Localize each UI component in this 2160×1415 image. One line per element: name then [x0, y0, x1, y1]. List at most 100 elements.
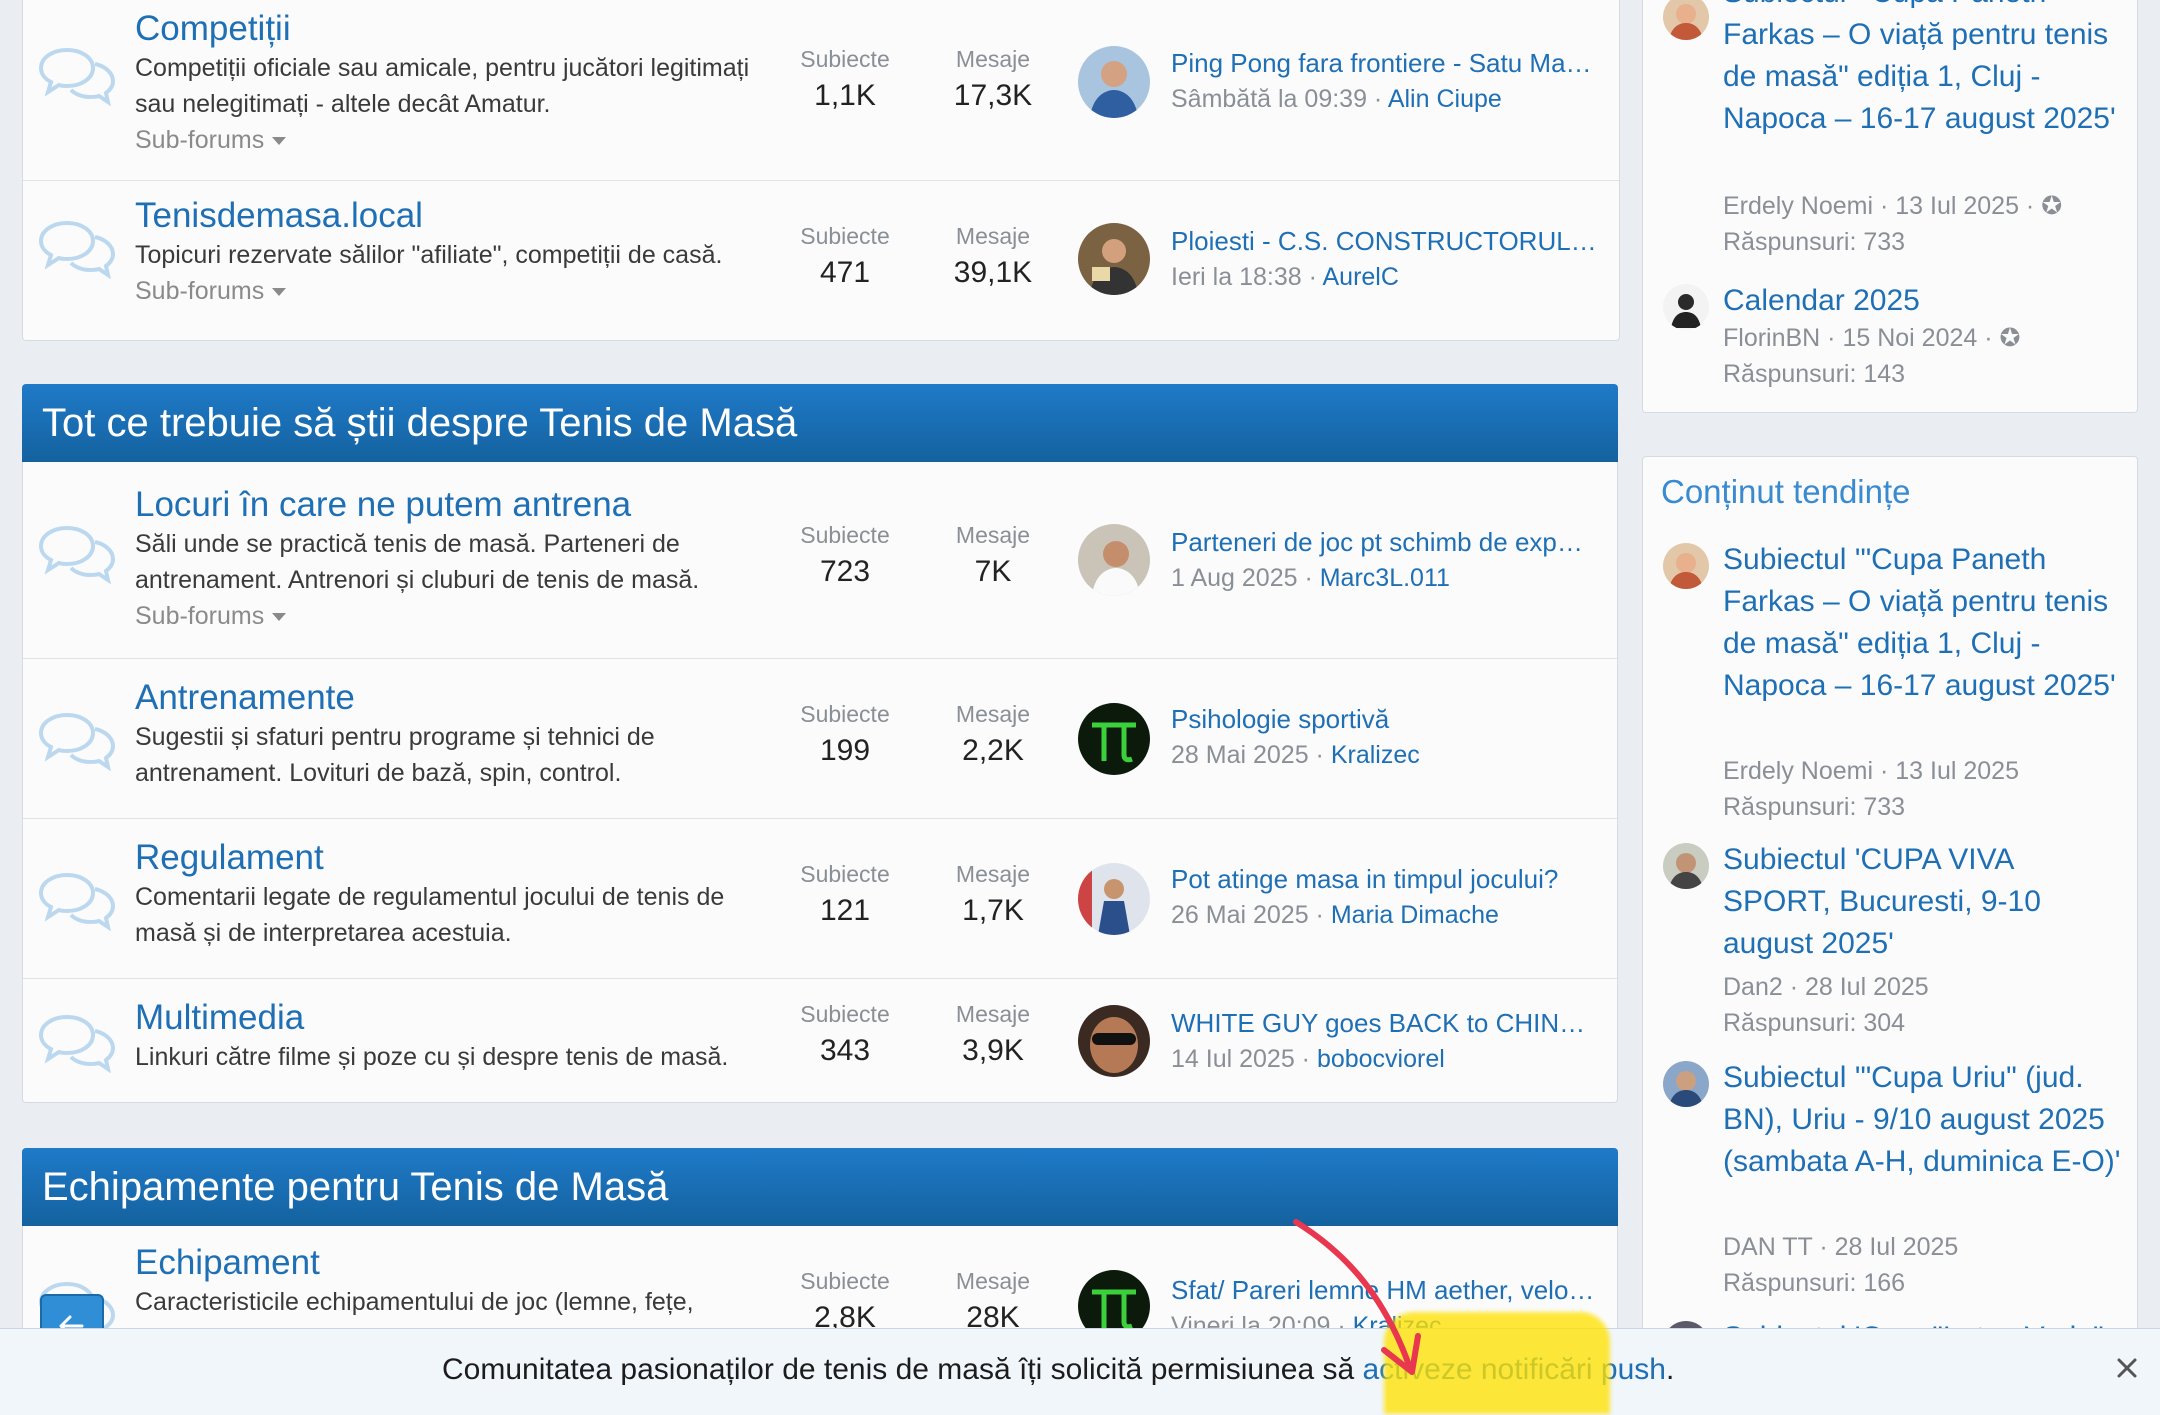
- caret-down-icon: [272, 613, 287, 622]
- avatar[interactable]: [1078, 223, 1150, 295]
- avatar[interactable]: [1078, 46, 1150, 118]
- sidebar-thread-title[interactable]: Subiectul '"Cupa Paneth Farkas – O viață…: [1723, 0, 2123, 140]
- stat-threads: Subiecte 1,1K: [785, 44, 905, 118]
- node-description: Topicuri rezervate sălilor "afiliate", c…: [135, 241, 723, 269]
- stat-messages: Mesaje 7K: [933, 520, 1053, 594]
- sidebar-thread-title[interactable]: Subiectul '"Cupa Uriu" (jud. BN), Uriu -…: [1723, 1057, 2123, 1183]
- stat-label: Mesaje: [955, 223, 1031, 249]
- avatar[interactable]: [1078, 524, 1150, 596]
- forum-bubbles-icon: [38, 47, 116, 106]
- category-title[interactable]: Echipamente pentru Tenis de Masă: [42, 1165, 668, 1210]
- node-description: Comentarii legate de regulamentul joculu…: [135, 883, 725, 947]
- last-post-title[interactable]: Ploiesti - C.S. CONSTRUCTORUL…: [1171, 223, 1619, 259]
- avatar[interactable]: [1078, 703, 1150, 775]
- sidebar-thread-title[interactable]: Subiectul 'CUPA VIVA SPORT, Bucuresti, 9…: [1723, 839, 2123, 965]
- last-post-meta: 14 Iul 2025 · bobocviorel: [1171, 1045, 1445, 1073]
- avatar[interactable]: [1663, 543, 1709, 589]
- forum-node-competitii[interactable]: Competiții Competiții oficiale sau amica…: [23, 0, 1619, 180]
- last-post-date: 14 Iul 2025: [1171, 1045, 1295, 1073]
- node-title[interactable]: Competiții: [135, 8, 775, 50]
- subforums-toggle[interactable]: Sub-forums: [135, 122, 775, 158]
- node-title[interactable]: Regulament: [135, 837, 775, 879]
- last-post-title[interactable]: Parteneri de joc pt schimb de exp…: [1171, 524, 1619, 560]
- last-post-title[interactable]: Psihologie sportivă: [1171, 701, 1619, 737]
- sidebar-thread-replies: Răspunsuri: 733: [1723, 228, 1906, 256]
- subforums-toggle[interactable]: Sub-forums: [135, 598, 775, 634]
- sidebar-thread-replies: Răspunsuri: 166: [1723, 1269, 1906, 1297]
- node-title[interactable]: Antrenamente: [135, 677, 775, 719]
- close-icon: [2117, 1358, 2137, 1378]
- forum-node-locuri[interactable]: Locuri în care ne putem antrena Săli und…: [23, 462, 1619, 658]
- close-notice-button[interactable]: [2110, 1351, 2144, 1385]
- stat-threads: Subiecte 471: [785, 221, 905, 295]
- forum-node-antrenamente[interactable]: Antrenamente Sugestii și sfaturi pentru …: [23, 658, 1619, 819]
- stat-threads: Subiecte 723: [785, 520, 905, 594]
- last-post-title[interactable]: WHITE GUY goes BACK to CHIN…: [1171, 1005, 1619, 1041]
- last-post-date: 28 Mai 2025: [1171, 741, 1309, 769]
- avatar[interactable]: [1663, 843, 1709, 889]
- subforums-label: Sub-forums: [135, 126, 265, 154]
- award-icon: ✪: [2041, 192, 2063, 220]
- sidebar-block-title: Conținut tendințe: [1661, 473, 1911, 510]
- stat-label: Mesaje: [955, 522, 1031, 548]
- last-post-user[interactable]: Kralizec: [1331, 741, 1420, 769]
- notice-text-after: .: [1665, 1353, 1675, 1386]
- subforums-label: Sub-forums: [135, 602, 265, 630]
- last-post-user[interactable]: Alin Ciupe: [1388, 85, 1502, 113]
- avatar[interactable]: [1078, 1005, 1150, 1077]
- node-title[interactable]: Multimedia: [135, 997, 775, 1039]
- node-description: Competiții oficiale sau amicale, pentru …: [135, 54, 750, 118]
- stat-value: 343: [819, 1034, 871, 1067]
- avatar[interactable]: [1663, 284, 1709, 330]
- stat-messages: Mesaje 17,3K: [933, 44, 1053, 118]
- node-description: Săli unde se practică tenis de masă. Par…: [135, 530, 700, 594]
- stat-label: Subiecte: [800, 1001, 890, 1027]
- stat-label: Subiecte: [800, 701, 890, 727]
- sidebar-thread-replies: Răspunsuri: 143: [1723, 360, 1906, 388]
- node-title[interactable]: Tenisdemasa.local: [135, 195, 775, 237]
- last-post-title[interactable]: Ping Pong fara frontiere - Satu Ma…: [1171, 45, 1619, 81]
- last-post-user[interactable]: AurelC: [1322, 263, 1398, 291]
- node-title[interactable]: Locuri în care ne putem antrena: [135, 484, 775, 526]
- stat-value: 471: [819, 256, 871, 289]
- last-post-meta: 26 Mai 2025 · Maria Dimache: [1171, 901, 1499, 929]
- avatar[interactable]: [1078, 863, 1150, 935]
- last-post-title[interactable]: Pot atinge masa in timpul jocului?: [1171, 861, 1619, 897]
- last-post-user[interactable]: bobocviorel: [1317, 1045, 1445, 1073]
- stat-label: Mesaje: [955, 1268, 1031, 1294]
- stat-value: 723: [819, 555, 871, 588]
- last-post-user[interactable]: Marc3L.011: [1320, 564, 1450, 592]
- stat-label: Mesaje: [955, 861, 1031, 887]
- last-post-date: 26 Mai 2025: [1171, 901, 1309, 929]
- avatar[interactable]: [1663, 1061, 1709, 1107]
- subforums-toggle[interactable]: Sub-forums: [135, 273, 775, 309]
- avatar[interactable]: [1663, 0, 1709, 40]
- sidebar-thread-title[interactable]: Calendar 2025: [1723, 280, 2123, 322]
- stat-messages: Mesaje 39,1K: [933, 221, 1053, 295]
- stat-value: 17,3K: [953, 79, 1033, 112]
- stat-value: 7K: [974, 555, 1012, 588]
- forum-node-regulament[interactable]: Regulament Comentarii legate de regulame…: [23, 818, 1619, 979]
- forum-node-tenisdemasa-local[interactable]: Tenisdemasa.local Topicuri rezervate săl…: [23, 180, 1619, 341]
- stat-value: 199: [819, 734, 871, 767]
- forum-bubbles-icon: [38, 712, 116, 771]
- last-post-date: 1 Aug 2025: [1171, 564, 1298, 592]
- stat-label: Mesaje: [955, 701, 1031, 727]
- category-header[interactable]: Tot ce trebuie să știi despre Tenis de M…: [22, 384, 1618, 462]
- sidebar-thread-title[interactable]: Subiectul '"Cupa Paneth Farkas – O viață…: [1723, 539, 2123, 707]
- subforums-label: Sub-forums: [135, 277, 265, 305]
- push-notification-bar: Comunitatea pasionaților de tenis de mas…: [0, 1328, 2160, 1415]
- stat-label: Subiecte: [800, 861, 890, 887]
- category-title[interactable]: Tot ce trebuie să știi despre Tenis de M…: [42, 401, 797, 446]
- award-icon: ✪: [1999, 324, 2021, 352]
- last-post-date: Ieri la 18:38: [1171, 263, 1302, 291]
- stat-messages: Mesaje 3,9K: [933, 999, 1053, 1073]
- sidebar-block-featured: Subiectul '"Cupa Paneth Farkas – O viață…: [1642, 0, 2138, 413]
- stat-label: Mesaje: [955, 1001, 1031, 1027]
- last-post-user[interactable]: Maria Dimache: [1331, 901, 1499, 929]
- forum-node-multimedia[interactable]: Multimedia Linkuri către filme și poze c…: [23, 978, 1619, 1103]
- stat-value: 1,7K: [962, 894, 1024, 927]
- stat-label: Subiecte: [800, 522, 890, 548]
- category-block-tot-ce-trebuie: Tot ce trebuie să știi despre Tenis de M…: [22, 384, 1619, 1103]
- node-title[interactable]: Echipament: [135, 1242, 775, 1284]
